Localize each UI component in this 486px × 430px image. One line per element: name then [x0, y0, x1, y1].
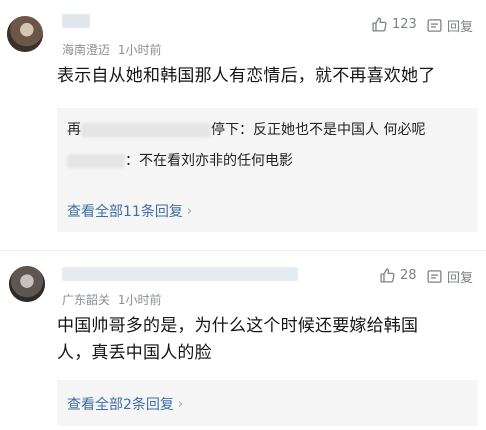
- reply-preview-item[interactable]: ：不在看刘亦非的任何电影: [67, 150, 293, 170]
- reply-label: 回复: [447, 271, 474, 286]
- reply-icon: [427, 270, 442, 283]
- avatar[interactable]: [9, 266, 45, 302]
- comment-meta: 海南澄迈 1小时前: [62, 41, 161, 58]
- reply-preview-box[interactable]: 再停下：反正她也不是中国人 何必呢 ：不在看刘亦非的任何电影 查看全部11条回复…: [57, 108, 478, 232]
- comment-content-line: 人，真丢中国人的脸: [57, 343, 212, 363]
- reply-label: 回复: [447, 20, 474, 35]
- comment-location: 广东韶关: [62, 293, 111, 307]
- reply-preview-box[interactable]: 查看全部2条回复 ›: [57, 380, 478, 426]
- chevron-right-icon: ›: [186, 203, 193, 219]
- comment-time: 1小时前: [117, 43, 162, 57]
- thumbs-up-icon: [372, 17, 387, 32]
- reply-button[interactable]: 回复: [426, 16, 473, 35]
- reply-button[interactable]: 回复: [426, 267, 473, 286]
- reply-icon: [427, 19, 442, 32]
- blurred-username: [81, 123, 211, 137]
- view-all-replies-link[interactable]: 查看全部11条回复 ›: [67, 201, 192, 221]
- view-all-replies-link[interactable]: 查看全部2条回复 ›: [67, 394, 183, 414]
- comment-content: 中国帅哥多的是，为什么这个时候还要嫁给韩国 人，真丢中国人的脸: [57, 313, 477, 367]
- comment-content: 表示自从她和韩国那人有恋情后，就不再喜欢她了: [57, 66, 436, 86]
- comment-content-line: 中国帅哥多的是，为什么这个时候还要嫁给韩国: [57, 316, 419, 336]
- comment-location: 海南澄迈: [62, 43, 111, 57]
- like-button[interactable]: 123: [371, 16, 417, 33]
- blurred-username: [67, 154, 125, 168]
- comment-time: 1小时前: [117, 293, 162, 307]
- comment-divider: [0, 250, 486, 251]
- like-button[interactable]: 28: [379, 267, 417, 284]
- comment-meta: 广东韶关 1小时前: [62, 291, 161, 308]
- like-count: 28: [400, 268, 417, 283]
- avatar[interactable]: [7, 16, 43, 52]
- reply-preview-item[interactable]: 再停下：反正她也不是中国人 何必呢: [67, 119, 425, 139]
- username-blurred[interactable]: [62, 267, 298, 281]
- like-count: 123: [392, 17, 417, 32]
- thumbs-up-icon: [380, 268, 395, 283]
- username-blurred[interactable]: [62, 14, 90, 28]
- chevron-right-icon: ›: [177, 396, 184, 412]
